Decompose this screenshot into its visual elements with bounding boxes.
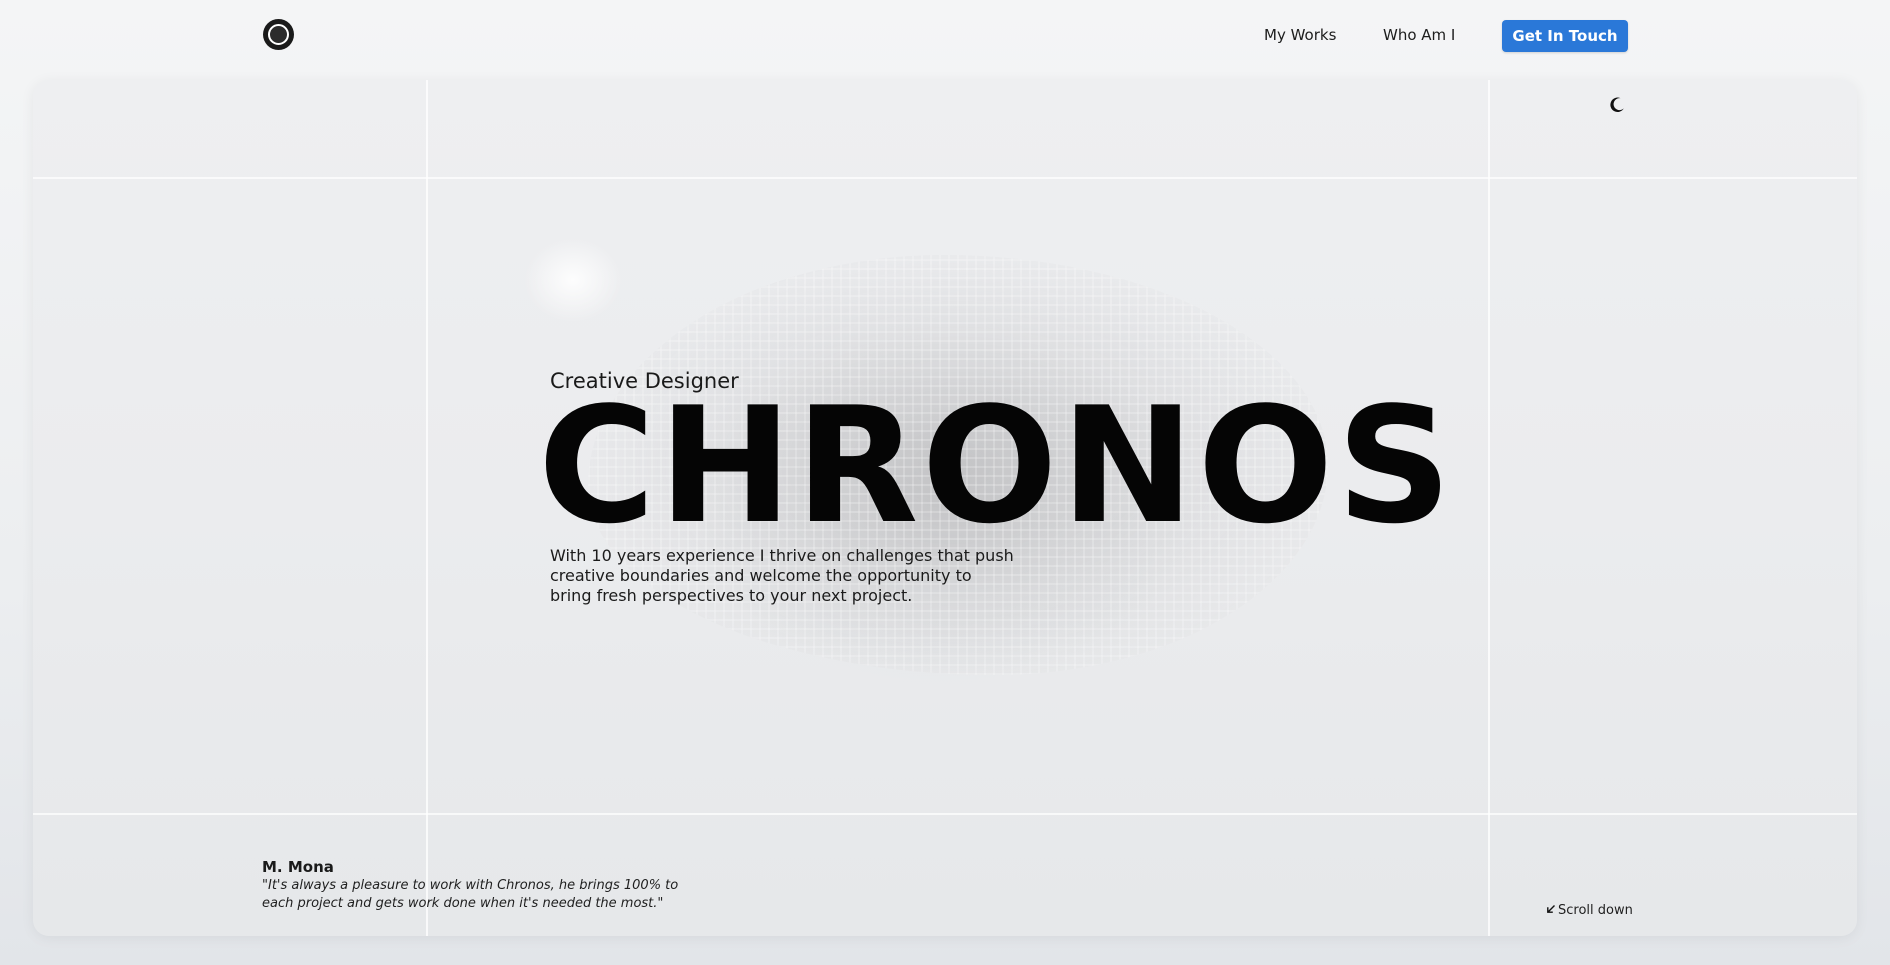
intro-line: bring fresh perspectives to your next pr… bbox=[550, 586, 913, 605]
intro-line: With 10 years experience I thrive on cha… bbox=[550, 546, 1014, 565]
grid-line bbox=[1488, 80, 1490, 936]
intro-line: creative boundaries and welcome the oppo… bbox=[550, 566, 972, 585]
nav-link-my-works[interactable]: My Works bbox=[1264, 26, 1336, 44]
page: My Works Who Am I Get In Touch Creative … bbox=[0, 0, 1890, 965]
scroll-down-link[interactable]: Scroll down bbox=[1546, 903, 1633, 918]
moon-icon[interactable] bbox=[1608, 96, 1626, 114]
testimonial-quote: "It's always a pleasure to work with Chr… bbox=[262, 877, 682, 913]
testimonial-author: M. Mona bbox=[262, 858, 334, 876]
quote-line: "It's always a pleasure to work with Chr… bbox=[262, 878, 679, 893]
circle-logo-icon[interactable] bbox=[263, 19, 294, 50]
grid-line bbox=[426, 80, 428, 936]
hero-card: Creative Designer CHRONOS With 10 years … bbox=[33, 80, 1857, 936]
grid-line bbox=[33, 813, 1857, 815]
arrow-down-left-icon bbox=[1546, 903, 1556, 918]
nav-link-who-am-i[interactable]: Who Am I bbox=[1383, 26, 1455, 44]
get-in-touch-button[interactable]: Get In Touch bbox=[1502, 20, 1628, 52]
quote-line: each project and gets work done when it'… bbox=[262, 896, 664, 911]
top-nav: My Works Who Am I Get In Touch bbox=[0, 0, 1890, 72]
hero-title: CHRONOS bbox=[538, 372, 1455, 559]
hero-intro: With 10 years experience I thrive on cha… bbox=[550, 546, 1020, 606]
grid-line bbox=[33, 177, 1857, 179]
scroll-down-label: Scroll down bbox=[1558, 903, 1633, 918]
